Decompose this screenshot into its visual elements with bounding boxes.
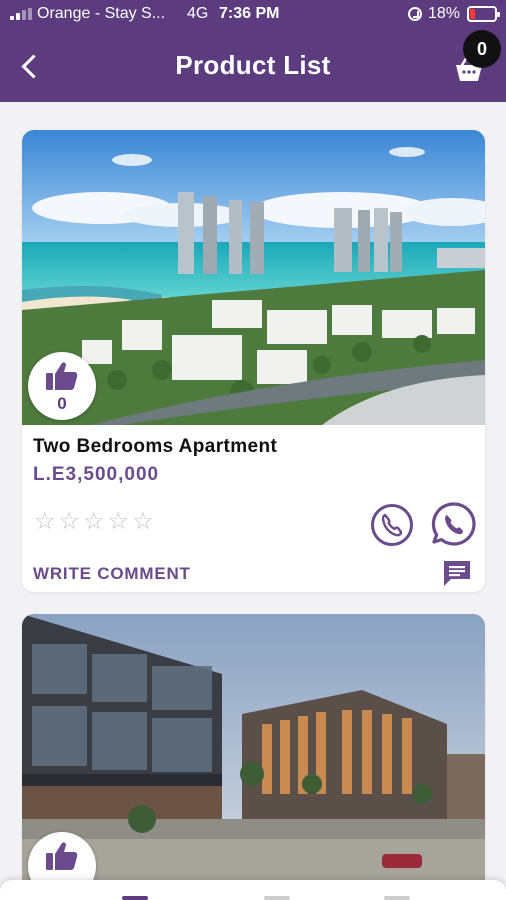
product-card[interactable]: 0 Two Bedrooms Apartment L.E3,500,000 ☆ ☆…: [22, 130, 485, 592]
product-price: L.E3,500,000: [33, 464, 160, 485]
carrier-name: Orange - Stay S...: [37, 5, 166, 22]
status-bar: Orange - Stay S... 4G 7:36 PM 18%: [0, 0, 506, 30]
top-app-bar: Orange - Stay S... 4G 7:36 PM 18% Produc…: [0, 0, 506, 102]
star-icon[interactable]: ☆: [83, 510, 105, 534]
tab-third[interactable]: [384, 896, 410, 900]
battery-percent: 18%: [428, 5, 461, 22]
bottom-tab-bar[interactable]: [0, 880, 506, 900]
like-count: 0: [57, 394, 67, 413]
write-comment-link[interactable]: WRITE COMMENT: [33, 564, 191, 584]
page-title: Product List: [175, 50, 331, 80]
star-icon[interactable]: ☆: [108, 510, 130, 534]
network-type: 4G: [187, 5, 209, 22]
like-button[interactable]: 0: [28, 352, 96, 420]
product-title[interactable]: Two Bedrooms Apartment: [33, 436, 277, 458]
tab-second[interactable]: [264, 896, 290, 900]
thumbs-up-icon: [46, 842, 78, 870]
star-icon[interactable]: ☆: [34, 510, 56, 534]
status-time: 7:36 PM: [219, 5, 280, 22]
signal-icon: [10, 8, 32, 20]
rotation-lock-icon: [408, 7, 422, 21]
comment-icon[interactable]: [442, 559, 472, 587]
cart-count-badge: 0: [463, 30, 501, 68]
thumbs-up-icon: [46, 362, 78, 390]
star-icon[interactable]: ☆: [59, 510, 81, 534]
star-rating[interactable]: ☆ ☆ ☆ ☆ ☆: [34, 510, 157, 534]
star-icon[interactable]: ☆: [132, 510, 154, 534]
product-card[interactable]: [22, 614, 485, 900]
tab-home[interactable]: [122, 896, 148, 900]
whatsapp-icon[interactable]: [430, 500, 478, 548]
battery-icon: [467, 6, 500, 22]
phone-call-icon[interactable]: [370, 503, 414, 547]
